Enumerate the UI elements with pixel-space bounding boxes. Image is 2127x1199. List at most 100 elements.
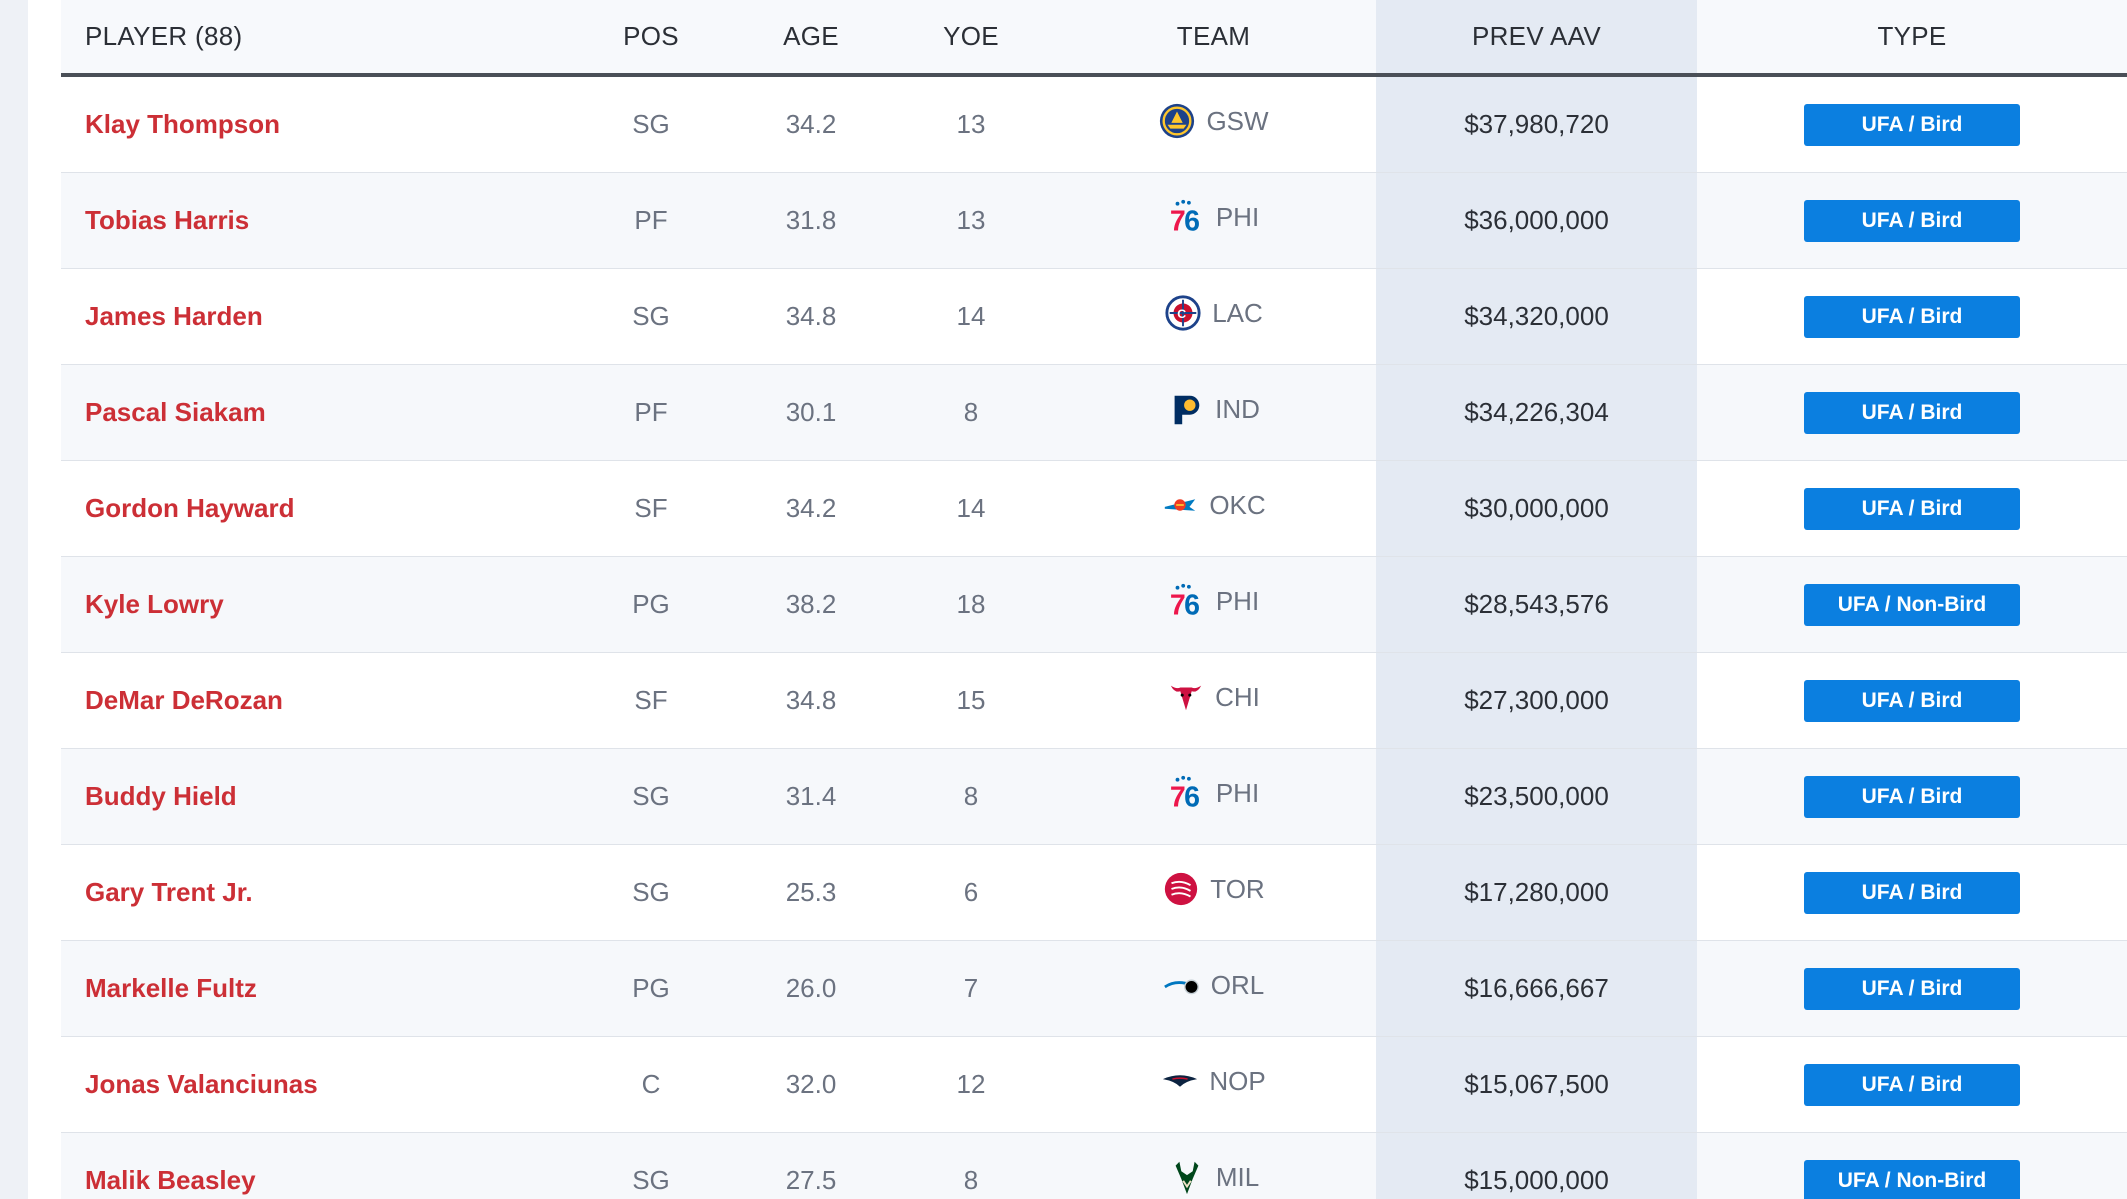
- team-cell: OKC: [1051, 460, 1376, 557]
- player-name-link[interactable]: Gary Trent Jr.: [61, 844, 571, 941]
- team-cell: NOP: [1051, 1036, 1376, 1133]
- team-link[interactable]: OKC: [1161, 486, 1266, 524]
- age-cell: 25.3: [731, 844, 891, 941]
- 76ers-logo-icon: [1168, 774, 1206, 812]
- team-cell: PHI: [1051, 172, 1376, 269]
- team-abbr: IND: [1215, 393, 1260, 424]
- team-abbr: NOP: [1209, 1065, 1266, 1096]
- type-cell: UFA / Bird: [1697, 460, 2127, 557]
- player-name-link[interactable]: Buddy Hield: [61, 748, 571, 845]
- table-row[interactable]: Pascal Siakam PF 30.1 8 IND $34,226,304 …: [61, 364, 2127, 461]
- type-cell: UFA / Bird: [1697, 268, 2127, 365]
- player-name-link[interactable]: Markelle Fultz: [61, 940, 571, 1037]
- team-link[interactable]: CHI: [1167, 678, 1260, 716]
- team-link[interactable]: PHI: [1168, 774, 1259, 812]
- yoe-cell: 8: [891, 364, 1051, 461]
- prev-aav-cell: $37,980,720: [1376, 75, 1697, 173]
- team-link[interactable]: NOP: [1161, 1062, 1266, 1100]
- player-name-link[interactable]: James Harden: [61, 268, 571, 365]
- bulls-logo-icon: [1167, 678, 1205, 716]
- yoe-cell: 8: [891, 748, 1051, 845]
- yoe-cell: 13: [891, 172, 1051, 269]
- table-row[interactable]: Tobias Harris PF 31.8 13 PHI $36,000,000…: [61, 172, 2127, 269]
- free-agents-table-container: PLAYER (88) POS AGE YOE TEAM PREV AAV TY…: [61, 0, 2127, 1199]
- table-row[interactable]: Gordon Hayward SF 34.2 14 OKC $30,000,00…: [61, 460, 2127, 557]
- age-cell: 31.4: [731, 748, 891, 845]
- bucks-logo-icon: [1168, 1158, 1206, 1196]
- prev-aav-cell: $17,280,000: [1376, 844, 1697, 941]
- table-row[interactable]: Jonas Valanciunas C 32.0 12 NOP $15,067,…: [61, 1036, 2127, 1133]
- header-age[interactable]: AGE: [731, 0, 891, 77]
- contract-type-badge: UFA / Bird: [1804, 1063, 2020, 1106]
- team-link[interactable]: TOR: [1162, 870, 1265, 908]
- team-cell: GSW: [1051, 75, 1376, 173]
- age-cell: 32.0: [731, 1036, 891, 1133]
- yoe-cell: 18: [891, 556, 1051, 653]
- player-name-link[interactable]: Gordon Hayward: [61, 460, 571, 557]
- table-row[interactable]: Klay Thompson SG 34.2 13 GSW $37,980,720…: [61, 75, 2127, 173]
- position-cell: SF: [571, 652, 731, 749]
- age-cell: 34.8: [731, 268, 891, 365]
- player-name-link[interactable]: Klay Thompson: [61, 75, 571, 173]
- team-abbr: ORL: [1210, 969, 1265, 1000]
- position-cell: PF: [571, 172, 731, 269]
- position-cell: SG: [571, 1132, 731, 1199]
- table-row[interactable]: DeMar DeRozan SF 34.8 15 CHI $27,300,000…: [61, 652, 2127, 749]
- team-link[interactable]: GSW: [1158, 102, 1269, 140]
- team-link[interactable]: PHI: [1168, 198, 1259, 236]
- team-cell: IND: [1051, 364, 1376, 461]
- type-cell: UFA / Bird: [1697, 172, 2127, 269]
- header-type[interactable]: TYPE: [1697, 0, 2127, 77]
- table-row[interactable]: James Harden SG 34.8 14 LAC $34,320,000 …: [61, 268, 2127, 365]
- player-name-link[interactable]: Tobias Harris: [61, 172, 571, 269]
- clippers-logo-icon: [1164, 294, 1202, 332]
- prev-aav-cell: $34,320,000: [1376, 268, 1697, 365]
- table-row[interactable]: Malik Beasley SG 27.5 8 MIL $15,000,000 …: [61, 1132, 2127, 1199]
- position-cell: PF: [571, 364, 731, 461]
- yoe-cell: 13: [891, 75, 1051, 173]
- team-cell: TOR: [1051, 844, 1376, 941]
- player-name-link[interactable]: DeMar DeRozan: [61, 652, 571, 749]
- team-link[interactable]: LAC: [1164, 294, 1263, 332]
- header-pos[interactable]: POS: [571, 0, 731, 77]
- prev-aav-cell: $15,067,500: [1376, 1036, 1697, 1133]
- team-abbr: CHI: [1215, 681, 1260, 712]
- player-name-link[interactable]: Malik Beasley: [61, 1132, 571, 1199]
- team-abbr: PHI: [1215, 585, 1260, 616]
- header-player[interactable]: PLAYER (88): [61, 0, 571, 77]
- team-abbr: PHI: [1215, 201, 1260, 232]
- type-cell: UFA / Bird: [1697, 844, 2127, 941]
- team-link[interactable]: MIL: [1168, 1158, 1259, 1196]
- prev-aav-cell: $16,666,667: [1376, 940, 1697, 1037]
- age-cell: 34.8: [731, 652, 891, 749]
- team-link[interactable]: IND: [1167, 390, 1260, 428]
- player-name-link[interactable]: Pascal Siakam: [61, 364, 571, 461]
- contract-type-badge: UFA / Bird: [1804, 295, 2020, 338]
- type-cell: UFA / Bird: [1697, 1036, 2127, 1133]
- header-prev-aav[interactable]: PREV AAV: [1376, 0, 1697, 77]
- left-gutter: [0, 0, 28, 1199]
- yoe-cell: 8: [891, 1132, 1051, 1199]
- team-abbr: TOR: [1210, 873, 1265, 904]
- table-row[interactable]: Gary Trent Jr. SG 25.3 6 TOR $17,280,000…: [61, 844, 2127, 941]
- header-team[interactable]: TEAM: [1051, 0, 1376, 77]
- age-cell: 26.0: [731, 940, 891, 1037]
- team-link[interactable]: ORL: [1163, 966, 1264, 1004]
- table-row[interactable]: Markelle Fultz PG 26.0 7 ORL $16,666,667…: [61, 940, 2127, 1037]
- header-yoe[interactable]: YOE: [891, 0, 1051, 77]
- yoe-cell: 15: [891, 652, 1051, 749]
- team-link[interactable]: PHI: [1168, 582, 1259, 620]
- table-row[interactable]: Buddy Hield SG 31.4 8 PHI $23,500,000 UF…: [61, 748, 2127, 845]
- player-name-link[interactable]: Kyle Lowry: [61, 556, 571, 653]
- player-name-link[interactable]: Jonas Valanciunas: [61, 1036, 571, 1133]
- position-cell: SG: [571, 268, 731, 365]
- contract-type-badge: UFA / Bird: [1804, 199, 2020, 242]
- pelicans-logo-icon: [1161, 1062, 1199, 1100]
- table-header-row: PLAYER (88) POS AGE YOE TEAM PREV AAV TY…: [61, 0, 2127, 77]
- table-row[interactable]: Kyle Lowry PG 38.2 18 PHI $28,543,576 UF…: [61, 556, 2127, 653]
- thunder-logo-icon: [1161, 486, 1199, 524]
- team-abbr: GSW: [1206, 105, 1269, 136]
- contract-type-badge: UFA / Bird: [1804, 967, 2020, 1010]
- position-cell: PG: [571, 556, 731, 653]
- warriors-logo-icon: [1158, 102, 1196, 140]
